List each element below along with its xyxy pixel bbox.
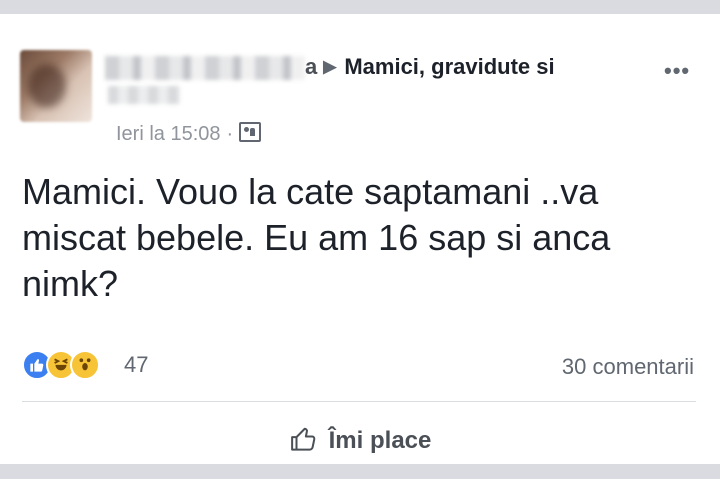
post-meta: Ieri la 15:08 · bbox=[116, 122, 262, 146]
author-name-blurred[interactable] bbox=[105, 56, 305, 80]
more-options-icon[interactable]: ••• bbox=[664, 58, 690, 84]
post-text: Mamici. Vouo la cate saptamani ..va misc… bbox=[22, 171, 611, 304]
arrow-right-icon: ▶ bbox=[323, 57, 337, 76]
comment-count-link[interactable]: 30 comentarii bbox=[562, 354, 694, 380]
meta-separator: · bbox=[226, 123, 234, 145]
post-header: a ▶ Mamici, gravidute si bbox=[305, 54, 555, 80]
post-card: a ▶ Mamici, gravidute si ••• Ieri la 15:08… bbox=[0, 14, 720, 464]
group-name-link[interactable]: Mamici, gravidute si bbox=[344, 54, 554, 79]
post-timestamp[interactable]: Ieri la 15:08 bbox=[116, 123, 221, 145]
actions-divider bbox=[22, 401, 696, 402]
thumbs-up-icon bbox=[290, 427, 315, 451]
reaction-count[interactable]: 47 bbox=[124, 352, 148, 378]
wow-icon bbox=[70, 350, 100, 380]
author-avatar[interactable] bbox=[20, 50, 92, 122]
author-name-fragment[interactable]: a bbox=[305, 54, 317, 79]
author-name-blurred-line2 bbox=[108, 86, 180, 104]
like-button[interactable]: Îmi place bbox=[0, 424, 720, 455]
like-button-label: Îmi place bbox=[328, 427, 432, 454]
group-audience-icon[interactable] bbox=[239, 122, 262, 142]
